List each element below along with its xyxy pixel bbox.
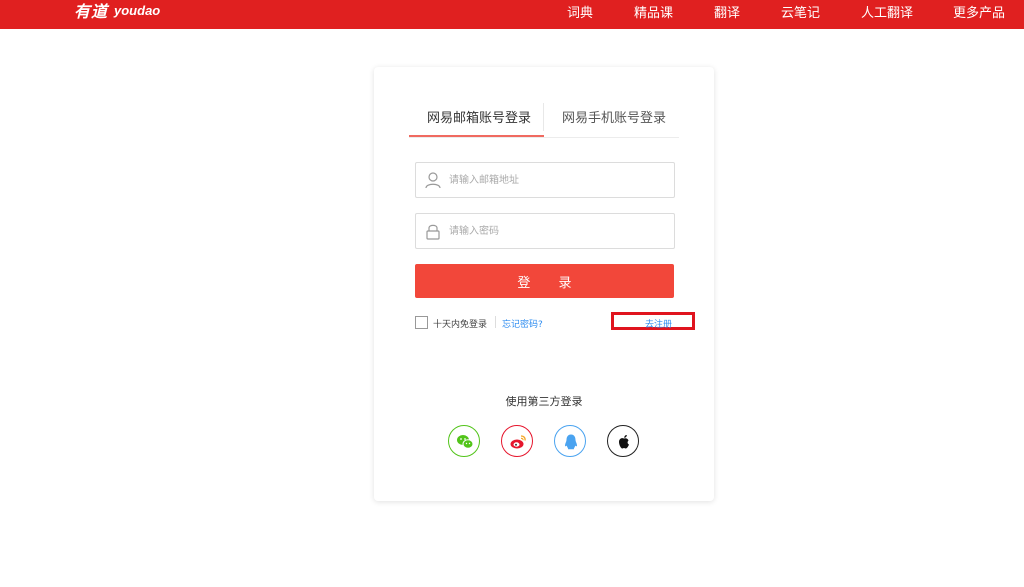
third-party-login-title: 使用第三方登录 xyxy=(505,395,583,408)
email-input[interactable] xyxy=(449,163,664,197)
wechat-login-button[interactable] xyxy=(448,425,480,457)
apple-login-button[interactable] xyxy=(607,425,639,457)
nav-dictionary[interactable]: 词典 xyxy=(567,2,593,21)
nav-human-translation[interactable]: 人工翻译 xyxy=(861,2,913,21)
login-button[interactable]: 登 录 xyxy=(415,264,674,298)
apple-icon xyxy=(619,435,629,449)
remember-checkbox[interactable] xyxy=(415,316,428,329)
main-nav: 词典 精品课 翻译 云笔记 人工翻译 更多产品 xyxy=(0,0,1024,21)
login-tabs: 网易邮箱账号登录 网易手机账号登录 xyxy=(409,103,679,138)
user-icon xyxy=(424,171,442,189)
register-link[interactable]: 去注册 xyxy=(645,317,672,330)
password-field[interactable] xyxy=(415,213,675,249)
nav-cloud-note[interactable]: 云笔记 xyxy=(781,2,820,21)
weibo-icon xyxy=(510,435,526,449)
email-field[interactable] xyxy=(415,162,675,198)
nav-premium-courses[interactable]: 精品课 xyxy=(634,2,673,21)
remember-label[interactable]: 十天内免登录 xyxy=(433,317,487,330)
lock-icon xyxy=(424,222,442,240)
tab-phone-login[interactable]: 网易手机账号登录 xyxy=(562,107,666,126)
options-separator xyxy=(495,316,496,328)
top-navigation-bar: 有道 youdao 词典 精品课 翻译 云笔记 人工翻译 更多产品 xyxy=(0,0,1024,29)
nav-more-products[interactable]: 更多产品 xyxy=(953,2,1005,21)
nav-translate[interactable]: 翻译 xyxy=(714,2,740,21)
qq-login-button[interactable] xyxy=(554,425,586,457)
tab-email-login[interactable]: 网易邮箱账号登录 xyxy=(427,107,531,126)
forgot-password-link[interactable]: 忘记密码? xyxy=(502,317,543,330)
tab-divider xyxy=(543,103,544,131)
qq-icon xyxy=(565,434,577,450)
login-card: 网易邮箱账号登录 网易手机账号登录 登 录 十天内免登录 忘记密码? 去注册 xyxy=(374,67,714,501)
wechat-icon xyxy=(457,435,474,449)
weibo-login-button[interactable] xyxy=(501,425,533,457)
password-input[interactable] xyxy=(449,214,664,248)
active-tab-indicator xyxy=(409,135,544,137)
